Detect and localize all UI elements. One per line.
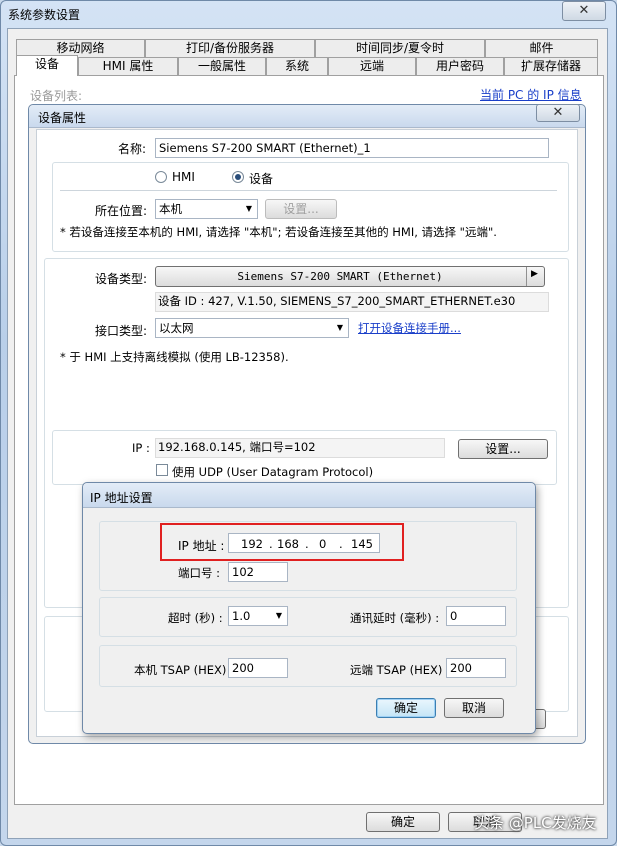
ip-octet-4: 145	[351, 537, 373, 551]
device-id: 设备 ID : 427, V.1.50, SIEMENS_S7_200_SMAR…	[155, 292, 549, 312]
window-close-button[interactable]: ✕	[562, 1, 606, 21]
manual-link[interactable]: 打开设备连接手册...	[358, 320, 461, 336]
tab-user-password[interactable]: 用户密码	[416, 57, 504, 75]
chevron-down-icon: ▼	[275, 611, 283, 620]
radio-hmi-label: HMI	[172, 170, 195, 184]
chevron-right-icon: ▶	[531, 269, 538, 279]
ip-value: 192.168.0.145, 端口号=102	[155, 438, 445, 458]
ip-octet-2: 168	[277, 537, 299, 551]
udp-label: 使用 UDP (User Datagram Protocol)	[172, 465, 374, 479]
window-title: 系统参数设置	[8, 8, 81, 22]
local-tsap-label: 本机 TSAP (HEX) :	[134, 663, 234, 677]
tab-time-sync[interactable]: 时间同步/夏令时	[315, 39, 485, 57]
name-label: 名称:	[118, 142, 147, 156]
udp-checkbox[interactable]	[156, 464, 168, 476]
footer-ok-button[interactable]: 确定	[366, 812, 440, 832]
ip-info-link[interactable]: 当前 PC 的 IP 信息	[480, 86, 582, 103]
tab-general[interactable]: 一般属性	[178, 57, 266, 75]
interface-label: 接口类型:	[95, 324, 148, 338]
divider	[60, 190, 557, 191]
ip-address-label: IP 地址 :	[178, 539, 225, 553]
close-icon: ✕	[578, 3, 590, 18]
close-icon: ✕	[552, 105, 564, 120]
device-props-close-button[interactable]: ✕	[536, 104, 580, 122]
ip-address-input[interactable]: 192 . 168 . 0 . 145	[228, 533, 380, 553]
radio-hmi[interactable]	[155, 171, 167, 183]
location-note: * 若设备连接至本机的 HMI, 请选择 "本机"; 若设备连接至其他的 HMI…	[60, 225, 497, 239]
device-type-label: 设备类型:	[95, 272, 148, 286]
ip-label: IP :	[132, 441, 150, 455]
radio-device-label: 设备	[249, 172, 274, 186]
device-type-button[interactable]: Siemens S7-200 SMART (Ethernet)	[155, 266, 545, 287]
name-input[interactable]: Siemens S7-200 SMART (Ethernet)_1	[155, 138, 549, 158]
timeout-select[interactable]: 1.0 ▼	[228, 606, 288, 626]
delay-label: 通讯延时 (毫秒) :	[350, 611, 440, 625]
chevron-down-icon: ▼	[336, 323, 344, 332]
tab-email[interactable]: 邮件	[485, 39, 598, 57]
remote-tsap-input[interactable]: 200	[446, 658, 506, 678]
device-props-title: 设备属性	[38, 111, 87, 125]
tab-remote[interactable]: 远端	[328, 57, 416, 75]
tab-system[interactable]: 系统	[266, 57, 328, 75]
location-select[interactable]: 本机 ▼	[155, 199, 258, 219]
watermark: 头条 @PLC发烧友	[474, 814, 597, 832]
timeout-label: 超时 (秒) :	[168, 611, 223, 625]
tab-device[interactable]: 设备	[16, 55, 78, 76]
local-tsap-input[interactable]: 200	[228, 658, 288, 678]
delay-input[interactable]: 0	[446, 606, 506, 626]
ip-ok-button[interactable]: 确定	[376, 698, 436, 718]
ip-octet-3: 0	[319, 537, 327, 551]
divider	[526, 267, 527, 286]
ip-octet-1: 192	[241, 537, 263, 551]
ip-settings-button[interactable]: 设置...	[458, 439, 548, 459]
radio-device[interactable]	[232, 171, 244, 183]
location-settings-button[interactable]: 设置...	[265, 199, 337, 219]
offline-note: * 于 HMI 上支持离线模拟 (使用 LB-12358).	[60, 350, 289, 364]
port-input[interactable]: 102	[228, 562, 288, 582]
ip-cancel-button[interactable]: 取消	[444, 698, 504, 718]
chevron-down-icon: ▼	[245, 204, 253, 213]
remote-tsap-label: 远端 TSAP (HEX) :	[350, 663, 450, 677]
device-list-label: 设备列表:	[30, 89, 83, 103]
interface-select[interactable]: 以太网 ▼	[155, 318, 349, 338]
device-props-titlebar	[29, 105, 585, 128]
tab-print-backup[interactable]: 打印/备份服务器	[145, 39, 315, 57]
tab-storage[interactable]: 扩展存储器	[504, 57, 598, 75]
location-label: 所在位置:	[95, 204, 148, 218]
port-label: 端口号 :	[178, 566, 221, 580]
ip-dialog-title: IP 地址设置	[90, 491, 153, 505]
tab-hmi-props[interactable]: HMI 属性	[78, 57, 178, 75]
